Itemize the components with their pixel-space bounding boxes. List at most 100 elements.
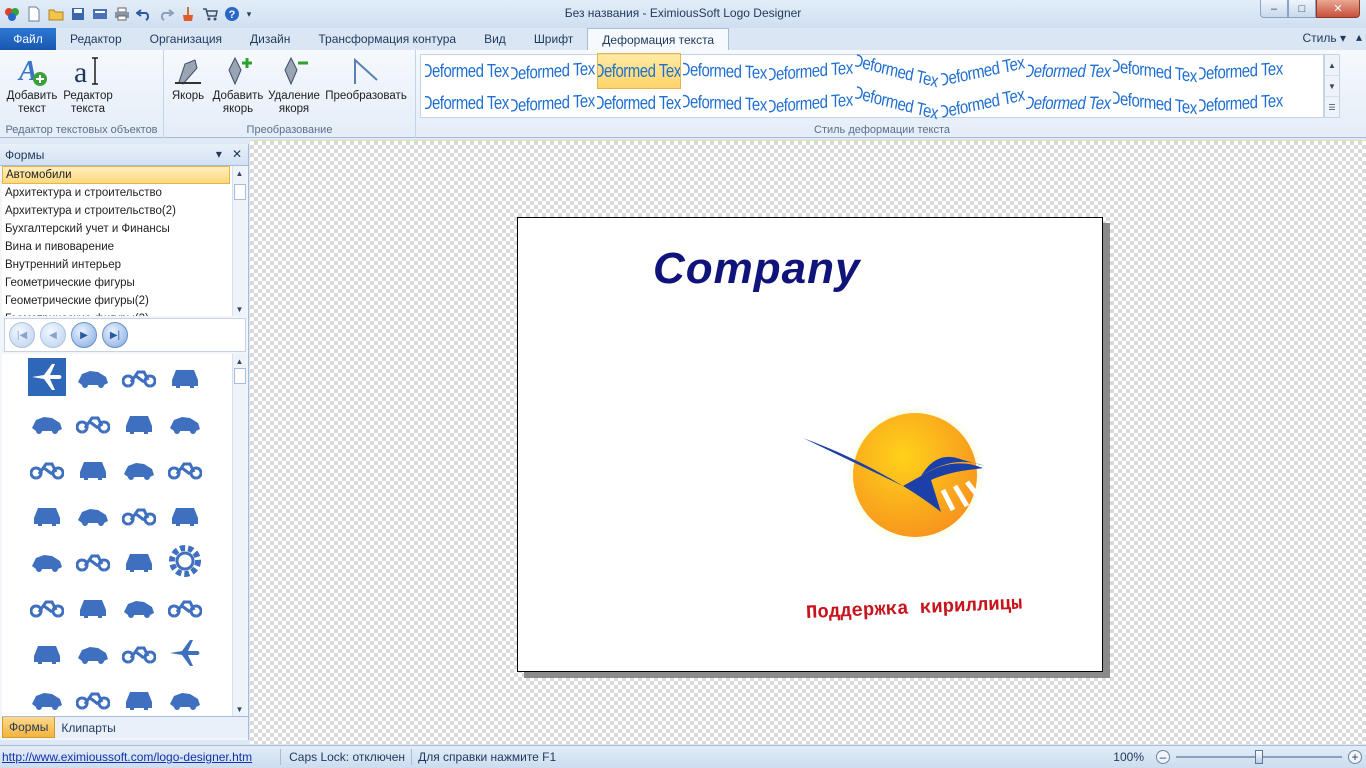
gear-icon[interactable] (166, 542, 204, 580)
quad-icon[interactable] (28, 634, 66, 672)
scroll-up-icon[interactable]: ▲ (233, 166, 246, 180)
tab-cliparts[interactable]: Клипарты (55, 717, 121, 738)
scroll-down-icon[interactable]: ▼ (233, 302, 246, 316)
panel-dropdown-icon[interactable]: ▾ (216, 147, 222, 161)
scroll-thumb[interactable] (234, 184, 246, 200)
style-menu[interactable]: Стиль ▾ (1303, 31, 1346, 45)
car-icon[interactable] (166, 588, 204, 626)
racer-icon[interactable] (120, 450, 158, 488)
category-item[interactable]: Геометрические фигуры (2, 274, 230, 292)
hatchback-icon[interactable] (28, 450, 66, 488)
airplane-icon[interactable] (28, 358, 66, 396)
jet-icon[interactable] (166, 634, 204, 672)
close-button[interactable]: ✕ (1316, 0, 1360, 18)
scorpion-icon[interactable] (120, 358, 158, 396)
tab-shapes[interactable]: Формы (2, 717, 56, 738)
sun-swoosh-logo[interactable] (803, 400, 1003, 550)
tab-editor[interactable]: Редактор (56, 28, 136, 50)
category-item[interactable]: Внутренний интерьер (2, 256, 230, 274)
deform-style-item[interactable]: Deformed Text (511, 82, 595, 123)
snowmobile-icon[interactable] (120, 542, 158, 580)
ornament-b-icon[interactable] (74, 680, 112, 716)
category-item[interactable]: Вина и пивоварение (2, 238, 230, 256)
shape-scroll-up-icon[interactable]: ▲ (233, 354, 246, 368)
car-top-icon[interactable] (74, 404, 112, 442)
car-side-icon[interactable] (28, 404, 66, 442)
jeep-icon[interactable] (120, 496, 158, 534)
shape-scrollbar[interactable]: ▲ ▼ (232, 354, 246, 716)
atv-icon[interactable] (74, 496, 112, 534)
zoom-slider[interactable] (1176, 750, 1342, 764)
truck-front-icon[interactable] (74, 450, 112, 488)
category-scrollbar[interactable]: ▲ ▼ (232, 166, 246, 316)
remove-anchor-button[interactable]: Удаление якоря (266, 54, 322, 116)
motocross-icon[interactable] (74, 542, 112, 580)
shuttle-icon[interactable] (74, 358, 112, 396)
gallery-scroll-up-icon[interactable]: ▲ (1325, 55, 1339, 76)
ornament-d-icon[interactable] (166, 680, 204, 716)
anchor-button[interactable]: Якорь (170, 54, 206, 103)
sedan-icon[interactable] (120, 404, 158, 442)
tab-view[interactable]: Вид (470, 28, 520, 50)
design-canvas[interactable]: Company Поддержка кириллицы (250, 140, 1366, 744)
bus-icon[interactable] (28, 588, 66, 626)
ribbon-minimize-icon[interactable]: ▴ (1356, 30, 1362, 44)
shape-scroll-thumb[interactable] (234, 368, 246, 384)
gallery-scrollbar[interactable]: ▲ ▼ ☰ (1324, 54, 1340, 118)
car-front-icon[interactable] (166, 358, 204, 396)
category-item[interactable]: Бухгалтерский учет и Финансы (2, 220, 230, 238)
zoom-in-icon[interactable]: + (1348, 750, 1362, 764)
maximize-button[interactable]: □ (1288, 0, 1316, 18)
deform-style-item[interactable]: Deformed Text (769, 81, 853, 124)
next-icon[interactable]: ▶ (71, 322, 97, 348)
sports-car-icon[interactable] (166, 450, 204, 488)
minimize-button[interactable]: – (1260, 0, 1288, 18)
text-editor-button[interactable]: a Редактор текста (60, 54, 116, 116)
tab-text-deform[interactable]: Деформация текста (587, 28, 730, 51)
ornament-a-icon[interactable] (28, 680, 66, 716)
tram-icon[interactable] (120, 588, 158, 626)
bicycle-icon[interactable] (28, 496, 66, 534)
cyrillic-text[interactable]: Поддержка кириллицы (806, 593, 1023, 624)
first-icon[interactable]: |◀ (9, 322, 35, 348)
category-item[interactable]: Геометрические фигуры(3) (2, 310, 230, 316)
last-icon[interactable]: ▶| (102, 322, 128, 348)
pickup-icon[interactable] (120, 634, 158, 672)
deform-style-item[interactable]: Deformed Text (1024, 85, 1114, 121)
tab-arrange[interactable]: Организация (136, 28, 236, 50)
shape-scroll-down-icon[interactable]: ▼ (233, 702, 246, 716)
logo-page[interactable]: Company Поддержка кириллицы (517, 217, 1103, 672)
deform-style-item[interactable]: Deformed Text (425, 53, 509, 89)
deform-style-item[interactable]: Deformed Text (597, 53, 681, 89)
zoom-slider-knob[interactable] (1255, 750, 1263, 764)
gallery-expand-icon[interactable]: ☰ (1325, 97, 1339, 118)
van-icon[interactable] (166, 496, 204, 534)
gallery-scroll-down-icon[interactable]: ▼ (1325, 76, 1339, 97)
tab-path-transform[interactable]: Трансформация контура (304, 28, 470, 50)
category-item[interactable]: Архитектура и строительство (2, 184, 230, 202)
convert-button[interactable]: Преобразовать (322, 54, 410, 103)
category-item[interactable]: Автомобили (2, 166, 230, 184)
deform-style-item[interactable]: Deformed Text (683, 83, 767, 123)
deform-style-item[interactable]: Deformed Text (597, 85, 681, 121)
tab-file[interactable]: Файл (0, 28, 56, 50)
prev-icon[interactable]: ◀ (40, 322, 66, 348)
deform-style-item[interactable]: Deformed Text (425, 85, 509, 121)
deform-style-item[interactable]: Deformed Text (1199, 82, 1283, 123)
bus-front-icon[interactable] (74, 588, 112, 626)
forklift-icon[interactable] (74, 634, 112, 672)
company-text[interactable]: Company (653, 244, 860, 294)
website-link[interactable]: http://www.eximioussoft.com/logo-designe… (0, 750, 252, 764)
zoom-out-icon[interactable]: – (1156, 750, 1170, 764)
motorcycle-icon[interactable] (166, 404, 204, 442)
panel-close-icon[interactable]: ✕ (232, 147, 242, 161)
category-item[interactable]: Архитектура и строительство(2) (2, 202, 230, 220)
add-text-button[interactable]: A Добавить текст (4, 54, 60, 116)
deform-style-item[interactable]: Deformed Text (1024, 53, 1114, 89)
tab-font[interactable]: Шрифт (520, 28, 587, 50)
tab-design[interactable]: Дизайн (236, 28, 304, 50)
scooter-icon[interactable] (28, 542, 66, 580)
add-anchor-button[interactable]: Добавить якорь (210, 54, 266, 116)
category-item[interactable]: Геометрические фигуры(2) (2, 292, 230, 310)
ornament-c-icon[interactable] (120, 680, 158, 716)
